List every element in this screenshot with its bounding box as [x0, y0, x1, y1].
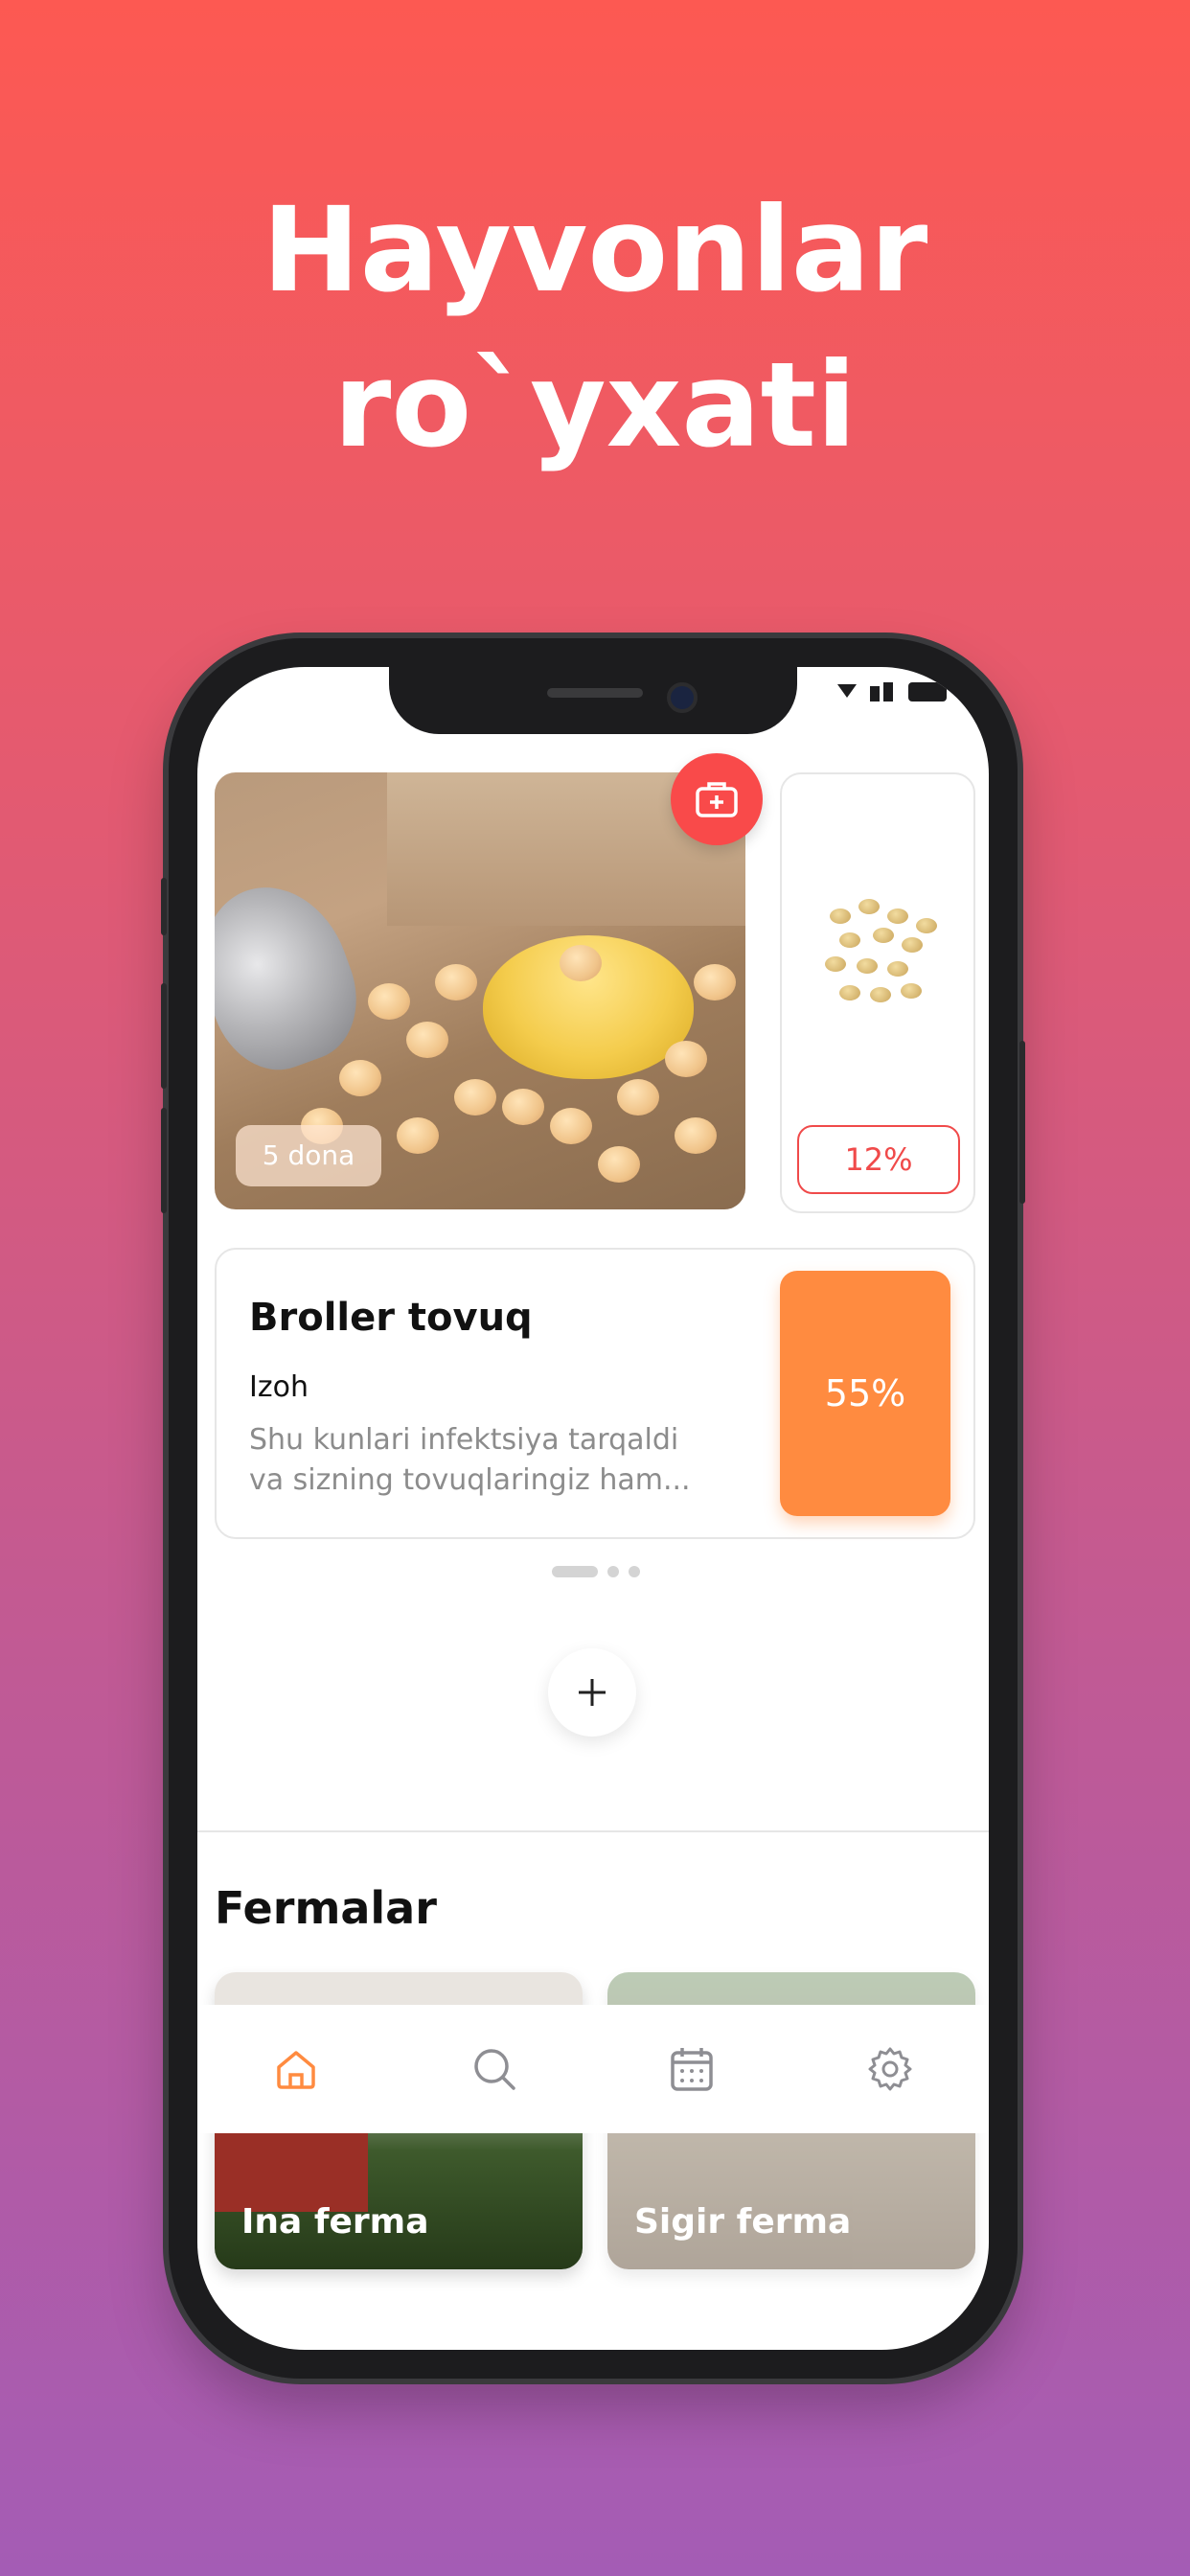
- add-button[interactable]: [548, 1648, 636, 1736]
- nav-settings[interactable]: [852, 2031, 928, 2107]
- front-camera: [667, 682, 698, 713]
- heat-lamp: [215, 866, 376, 1087]
- farm-name: Sigir ferma: [634, 2202, 852, 2242]
- chick: [435, 964, 477, 1000]
- note-label: Izoh: [249, 1370, 309, 1404]
- nav-home[interactable]: [258, 2031, 334, 2107]
- note-text: Shu kunlari infektsiya tarqaldi va sizni…: [249, 1420, 709, 1501]
- chick: [550, 1108, 592, 1144]
- phone-frame: 5 dona 12% Broller tovuq Izoh Shu kunlar…: [161, 638, 1025, 2379]
- note-line-1: Shu kunlari infektsiya tarqaldi: [249, 1423, 679, 1457]
- plus-icon: [579, 1679, 606, 1706]
- headline: Hayvonlar ro`yxati: [0, 172, 1190, 483]
- home-icon: [277, 2051, 315, 2089]
- chick: [397, 1117, 439, 1154]
- animal-info-card[interactable]: Broller tovuq Izoh Shu kunlari infektsiy…: [215, 1248, 975, 1539]
- search-icon: [474, 2049, 515, 2090]
- chick: [406, 1022, 448, 1058]
- nav-search[interactable]: [456, 2031, 533, 2107]
- headline-line1: Hayvonlar: [262, 182, 928, 318]
- medical-kit-icon: [696, 782, 738, 817]
- feed-card[interactable]: 12%: [780, 772, 975, 1213]
- count-badge: 5 dona: [236, 1125, 381, 1186]
- chick: [560, 945, 602, 981]
- chick: [454, 1079, 496, 1116]
- chick: [617, 1079, 659, 1116]
- settings-icon: [868, 2047, 912, 2091]
- chick: [675, 1117, 717, 1154]
- chick: [694, 964, 736, 1000]
- chick: [665, 1041, 707, 1077]
- carousel-dot-active: [552, 1566, 598, 1577]
- carousel-dot: [607, 1566, 619, 1577]
- chick: [598, 1146, 640, 1183]
- animal-photo-card[interactable]: 5 dona: [215, 772, 745, 1209]
- barn-image: [215, 2126, 368, 2212]
- divider: [197, 1830, 989, 1832]
- speaker: [547, 688, 643, 698]
- calendar-icon: [671, 2048, 713, 2091]
- carousel-dot: [629, 1566, 640, 1577]
- chick: [339, 1060, 381, 1096]
- note-line-2: va sizning tovuqlaringiz ham...: [249, 1463, 691, 1497]
- chick: [368, 983, 410, 1020]
- animal-title: Broller tovuq: [249, 1296, 533, 1340]
- feed-percent: 12%: [797, 1125, 960, 1194]
- nav-calendar[interactable]: [653, 2031, 730, 2107]
- section-title-farms: Fermalar: [215, 1882, 437, 1934]
- status-icons: [837, 682, 947, 702]
- progress-badge: 55%: [780, 1271, 950, 1516]
- volume-up-button: [161, 983, 167, 1089]
- bottom-nav: [197, 2005, 989, 2133]
- mute-switch: [161, 878, 167, 935]
- chick: [502, 1089, 544, 1125]
- headline-line2: ro`yxati: [333, 337, 857, 473]
- volume-down-button: [161, 1108, 167, 1213]
- notch: [389, 667, 797, 734]
- medical-kit-button[interactable]: [671, 753, 763, 845]
- power-button: [1019, 1041, 1025, 1204]
- farm-name: Ina ferma: [241, 2202, 429, 2242]
- app-screen: 5 dona 12% Broller tovuq Izoh Shu kunlar…: [197, 667, 989, 2350]
